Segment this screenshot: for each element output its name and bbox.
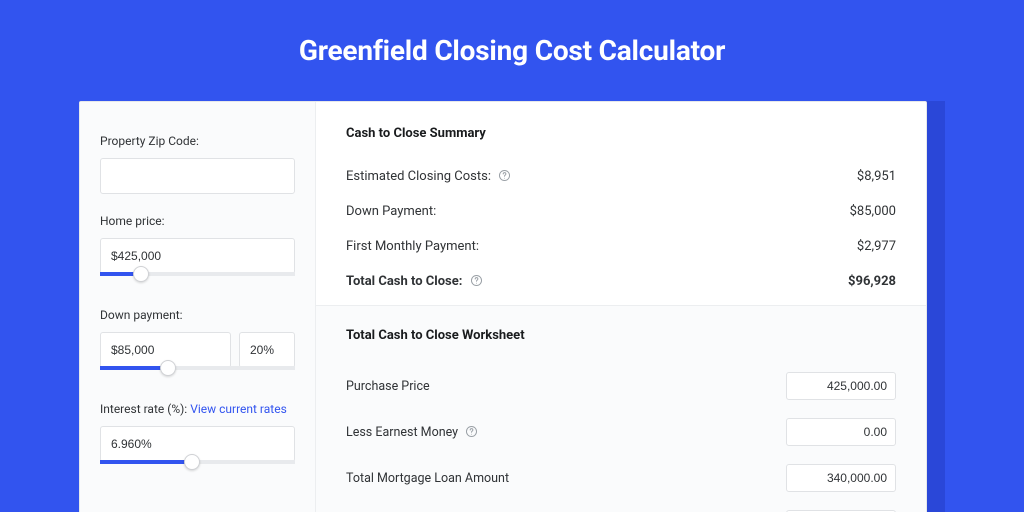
- group-zip: Property Zip Code:: [100, 134, 295, 194]
- worksheet-row-label: Less Earnest Money: [346, 425, 478, 440]
- help-icon[interactable]: [470, 274, 483, 287]
- page-title: Greenfield Closing Cost Calculator: [299, 34, 725, 67]
- inputs-panel: Property Zip Code: Home price: Down paym…: [80, 102, 316, 512]
- slider-down-payment[interactable]: [100, 366, 295, 382]
- worksheet-row-input[interactable]: [786, 372, 896, 400]
- worksheet-row: Purchase Price: [346, 363, 896, 409]
- label-zip: Property Zip Code:: [100, 134, 295, 148]
- summary-row-value: $96,928: [848, 274, 896, 289]
- worksheet-row-label: Total Mortgage Loan Amount: [346, 471, 509, 486]
- card-shadow: Property Zip Code: Home price: Down paym…: [85, 101, 945, 512]
- summary-title: Cash to Close Summary: [346, 126, 896, 141]
- summary-row-value: $8,951: [857, 169, 896, 184]
- help-icon[interactable]: [498, 169, 511, 182]
- worksheet-title: Total Cash to Close Worksheet: [346, 328, 896, 343]
- summary-row-label: Estimated Closing Costs:: [346, 169, 511, 184]
- worksheet-row: Total Second Mortgage Amount: [346, 501, 896, 512]
- calculator-card: Property Zip Code: Home price: Down paym…: [79, 101, 927, 512]
- summary-row: Estimated Closing Costs: $8,951: [346, 159, 896, 194]
- slider-home-price[interactable]: [100, 272, 295, 288]
- input-down-payment-pct[interactable]: [239, 332, 295, 368]
- label-interest-text: Interest rate (%):: [100, 402, 187, 416]
- input-zip[interactable]: [100, 158, 295, 194]
- summary-row-label: Total Cash to Close:: [346, 274, 483, 289]
- group-home-price: Home price:: [100, 214, 295, 288]
- group-interest: Interest rate (%): View current rates: [100, 402, 295, 476]
- label-down-payment: Down payment:: [100, 308, 295, 322]
- input-home-price[interactable]: [100, 238, 295, 274]
- summary-row: Down Payment: $85,000: [346, 194, 896, 229]
- summary-row-label: Down Payment:: [346, 204, 436, 219]
- group-down-payment: Down payment:: [100, 308, 295, 382]
- worksheet-row-label: Purchase Price: [346, 379, 430, 394]
- label-home-price: Home price:: [100, 214, 295, 228]
- worksheet-row-input[interactable]: [786, 464, 896, 492]
- summary-row: Total Cash to Close: $96,928: [346, 264, 896, 299]
- label-interest: Interest rate (%): View current rates: [100, 402, 295, 416]
- worksheet-row: Less Earnest Money: [346, 409, 896, 455]
- summary-row-value: $2,977: [857, 239, 896, 254]
- link-current-rates[interactable]: View current rates: [190, 402, 287, 416]
- summary-row: First Monthly Payment: $2,977: [346, 229, 896, 264]
- summary-row-label: First Monthly Payment:: [346, 239, 479, 254]
- worksheet-row-input[interactable]: [786, 418, 896, 446]
- worksheet-row: Total Mortgage Loan Amount: [346, 455, 896, 501]
- help-icon[interactable]: [465, 425, 478, 438]
- worksheet-panel: Total Cash to Close Worksheet Purchase P…: [316, 306, 926, 512]
- results-panel: Cash to Close Summary Estimated Closing …: [316, 102, 926, 512]
- summary-row-value: $85,000: [850, 204, 896, 219]
- slider-interest[interactable]: [100, 460, 295, 476]
